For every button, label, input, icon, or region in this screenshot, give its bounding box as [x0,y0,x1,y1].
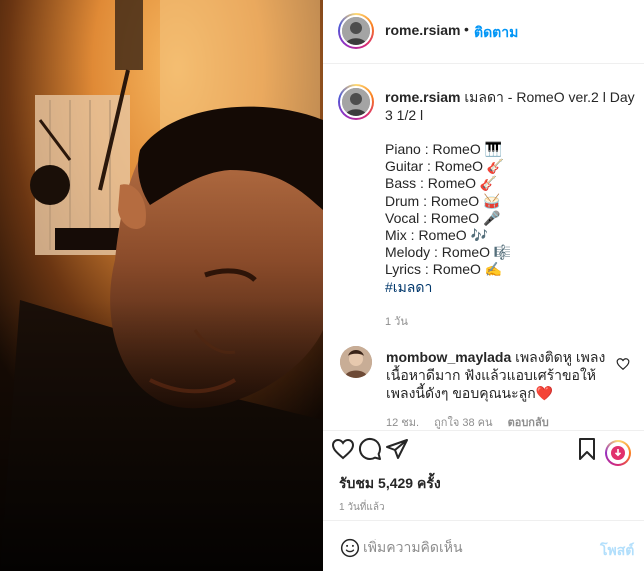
smiley-icon[interactable] [340,538,360,558]
post-caption: rome.rsiam เมลดา - RomeO ver.2 l Day 3 1… [385,88,637,331]
download-icon [611,446,625,460]
comment-bubble-icon[interactable] [358,437,382,461]
view-count[interactable]: รับชม 5,429 ครั้ง [339,473,441,495]
credit-line: Piano : RomeO 🎹 [385,141,503,157]
comment-input[interactable] [363,539,573,555]
add-comment-bar: โพสต์ [323,520,644,571]
comment-item: mombow_maylada เพลงติดหู เพลงเนื้อหาดีมา… [386,348,614,402]
caption-username[interactable]: rome.rsiam [385,89,460,105]
caption-time: 1 วัน [385,315,408,328]
credit-line: Melody : RomeO 🎼 [385,244,512,261]
commenter-avatar[interactable] [340,346,372,378]
author-username[interactable]: rome.rsiam [385,22,460,38]
paper-plane-icon[interactable] [385,437,409,461]
avatar-image [340,346,372,378]
comment-heart-icon[interactable] [616,357,630,371]
credit-line: Bass : RomeO 🎸 [385,175,498,192]
author-avatar[interactable] [338,13,374,49]
download-button[interactable] [605,440,631,466]
credit-line: Vocal : RomeO 🎤 [385,209,501,226]
action-bar [323,430,644,464]
caption-credits: Piano : RomeO 🎹 Guitar : RomeO 🎸 Bass : … [385,140,637,295]
credit-line: Lyrics : RomeO ✍️ [385,261,503,278]
reply-button[interactable]: ตอบกลับ [508,417,549,429]
comment-time: 12 ชม. [386,417,420,429]
post-timestamp: 1 วันที่แล้ว [339,502,385,513]
credit-line: Drum : RomeO 🥁 [385,192,501,209]
avatar-image [342,17,370,45]
comment-meta: 12 ชม. ถูกใจ 38 คน ตอบกลับ [386,413,561,431]
photo-image [0,0,323,571]
hashtag-link[interactable]: #เมลดา [385,278,637,295]
credit-line: Guitar : RomeO 🎸 [385,158,505,175]
post-header: rome.rsiam • ติดตาม [323,0,644,64]
post-photo[interactable] [0,0,323,571]
caption-author-avatar[interactable] [338,84,374,120]
follow-button[interactable]: ติดตาม [474,22,518,44]
avatar-image [342,88,370,116]
post-comment-button[interactable]: โพสต์ [600,540,634,562]
comment-likes[interactable]: ถูกใจ 38 คน [434,417,492,429]
comment-username[interactable]: mombow_maylada [386,349,511,365]
separator-dot: • [464,21,469,37]
bookmark-icon[interactable] [575,437,599,461]
credit-line: Mix : RomeO 🎶 [385,226,488,243]
heart-icon[interactable] [331,437,355,461]
post-panel: rome.rsiam • ติดตาม rome.rsiam เมลดา - R… [323,0,644,571]
